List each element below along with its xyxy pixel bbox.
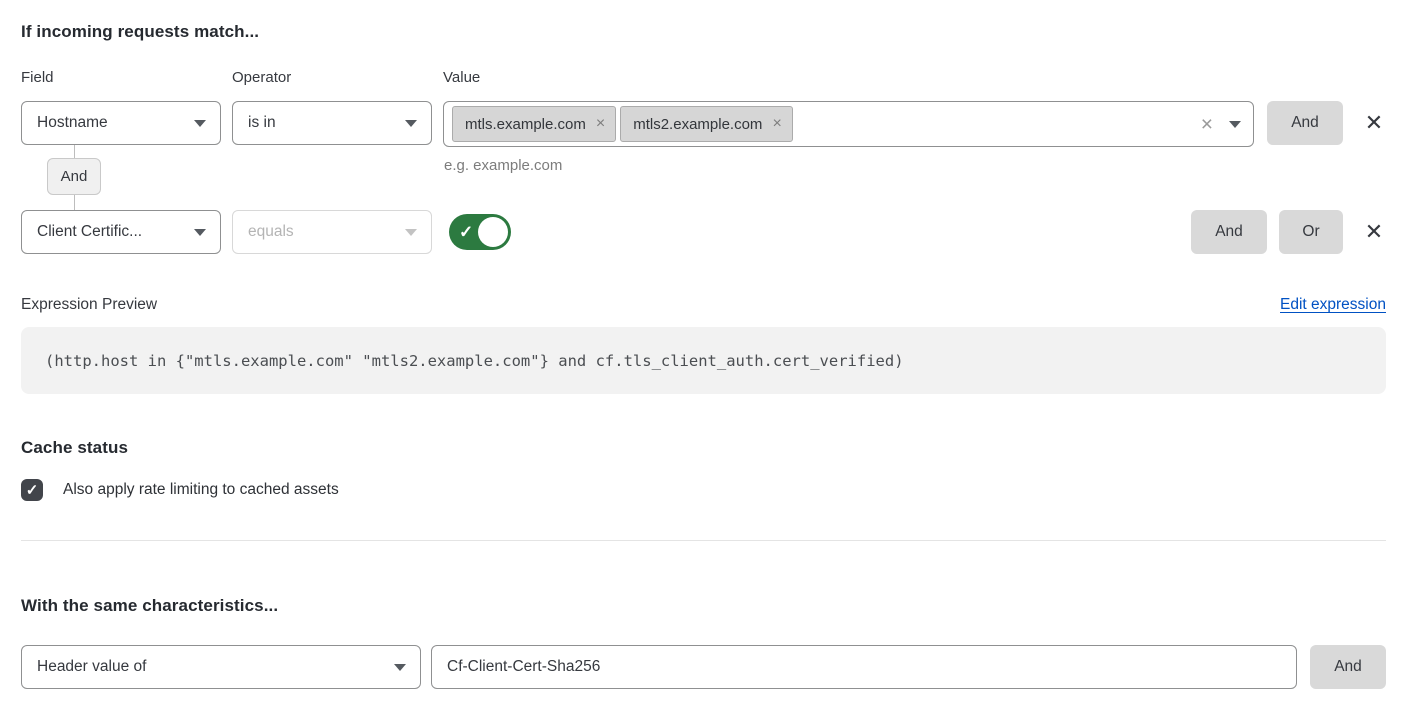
chevron-down-icon [194, 229, 206, 236]
chevron-down-icon[interactable] [1229, 121, 1241, 128]
operator-column-label: Operator [232, 69, 432, 86]
characteristic-select-value: Header value of [37, 658, 386, 676]
rate-limiting-rule-form: If incoming requests match... Field Oper… [0, 0, 1420, 689]
chevron-down-icon [194, 120, 206, 127]
chevron-down-icon [405, 120, 417, 127]
chevron-down-icon [394, 664, 406, 671]
value-tag-list: mtls.example.com × mtls2.example.com × [448, 106, 793, 142]
edit-expression-link[interactable]: Edit expression [1280, 296, 1386, 314]
check-icon: ✓ [26, 483, 39, 498]
connector-and-button[interactable]: And [47, 158, 101, 195]
field-select-2-value: Client Certific... [37, 223, 186, 241]
value-column-label: Value [443, 69, 1386, 86]
connector-line [74, 145, 75, 158]
field-column-label: Field [21, 69, 221, 86]
cache-status-title: Cache status [21, 438, 1386, 458]
characteristics-title: With the same characteristics... [21, 596, 1386, 616]
field-select-2[interactable]: Client Certific... [21, 210, 221, 254]
cache-checkbox-row: ✓ Also apply rate limiting to cached ass… [21, 479, 1386, 501]
and-button-characteristics[interactable]: And [1310, 645, 1386, 689]
remove-condition-icon[interactable]: ✕ [1362, 210, 1386, 254]
cached-assets-checkbox[interactable]: ✓ [21, 479, 43, 501]
section-divider [21, 540, 1386, 541]
cert-verified-toggle[interactable]: ✓ [449, 214, 511, 250]
cached-assets-checkbox-label: Also apply rate limiting to cached asset… [63, 481, 339, 499]
check-icon: ✓ [459, 224, 473, 241]
header-name-input[interactable] [431, 645, 1297, 689]
value-tag-label: mtls.example.com [465, 116, 586, 133]
expression-header: Expression Preview Edit expression [21, 296, 1386, 314]
field-select-1-value: Hostname [37, 114, 186, 132]
or-button-row2[interactable]: Or [1279, 210, 1343, 254]
value-multiselect[interactable]: mtls.example.com × mtls2.example.com × × [443, 101, 1254, 147]
field-select-1[interactable]: Hostname [21, 101, 221, 145]
value-tag-label: mtls2.example.com [633, 116, 762, 133]
characteristics-row: Header value of And [21, 645, 1386, 689]
condition-row-1: Hostname is in mtls.example.com×mtls2.ex… [21, 101, 1386, 145]
remove-tag-icon[interactable]: × [772, 116, 781, 132]
and-button-row2[interactable]: And [1191, 210, 1267, 254]
remove-condition-icon[interactable]: ✕ [1362, 101, 1386, 145]
connector-line [74, 195, 75, 210]
chevron-down-icon [405, 229, 417, 236]
value-tag: mtls2.example.com × [620, 106, 793, 142]
and-button-row1[interactable]: And [1267, 101, 1343, 145]
characteristic-select[interactable]: Header value of [21, 645, 421, 689]
expression-preview-label: Expression Preview [21, 296, 157, 314]
value-tag: mtls.example.com × [452, 106, 616, 142]
operator-select-1[interactable]: is in [232, 101, 432, 145]
condition-row-2: Client Certific... equals ✓ And Or ✕ [21, 210, 1386, 254]
toggle-knob [478, 217, 508, 247]
value-column: mtls.example.com×mtls2.example.com× × e.… [443, 101, 1254, 147]
expression-code: (http.host in {"mtls.example.com" "mtls2… [21, 327, 1386, 394]
operator-select-2-disabled: equals [232, 210, 432, 254]
match-section-title: If incoming requests match... [21, 22, 1386, 42]
operator-select-1-value: is in [248, 114, 397, 132]
condition-connector: And [47, 145, 101, 210]
column-labels: Field Operator Value [21, 69, 1386, 86]
operator-select-2-placeholder: equals [248, 223, 397, 241]
remove-tag-icon[interactable]: × [596, 116, 605, 132]
clear-values-icon[interactable]: × [1195, 114, 1219, 135]
value-hint: e.g. example.com [444, 157, 562, 174]
